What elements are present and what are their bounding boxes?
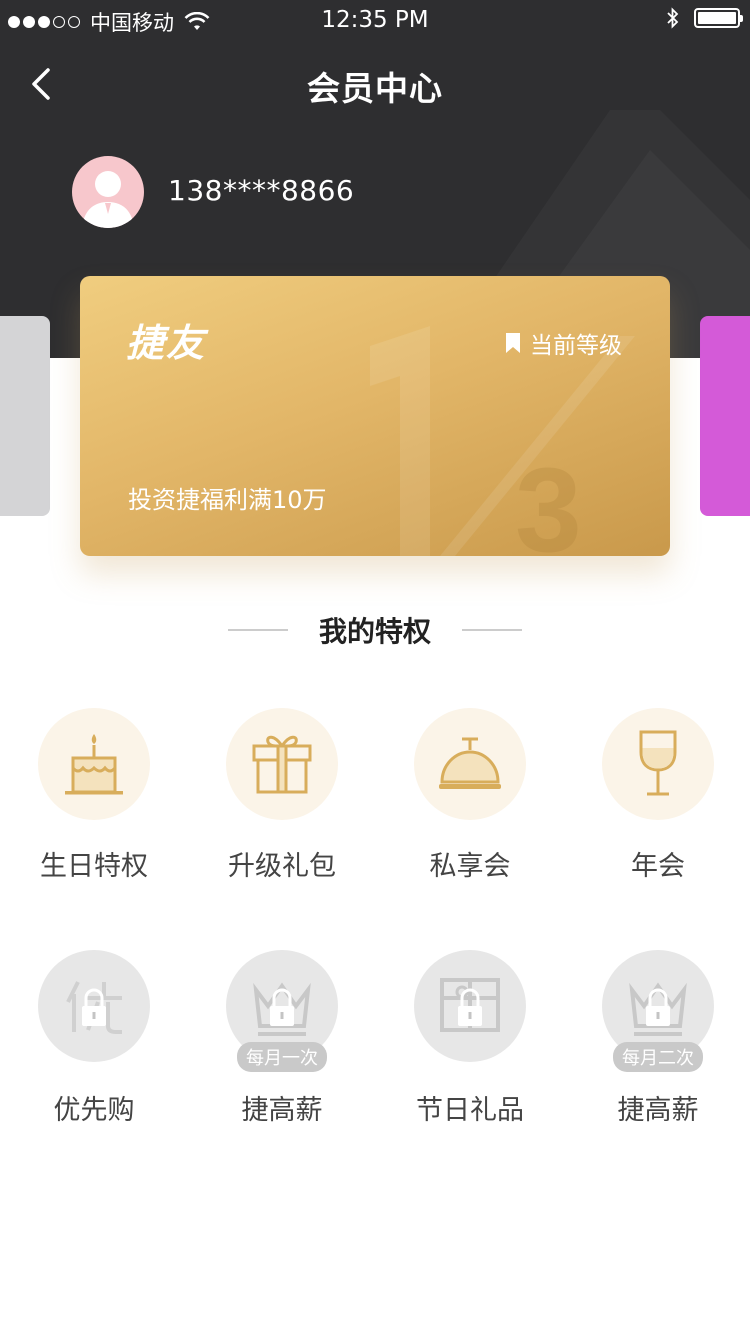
current-level-label: 当前等级 (530, 333, 622, 359)
user-avatar-icon (82, 171, 134, 228)
avatar[interactable] (72, 156, 144, 228)
battery-icon (694, 8, 743, 28)
privilege-label: 捷高薪 (241, 1095, 323, 1126)
privilege-high-salary-monthly-twice[interactable]: 每月二次 捷高薪 (564, 950, 750, 1127)
gift-icon (252, 735, 312, 794)
privilege-icon-bg (414, 950, 526, 1062)
status-time: 12:35 PM (321, 7, 429, 33)
privilege-label: 捷高薪 (617, 1095, 699, 1126)
page-title: 会员中心 (307, 69, 443, 108)
wine-glass-icon (639, 730, 677, 796)
privilege-icon-bg (414, 708, 526, 820)
lock-icon (458, 988, 482, 1026)
card-brand-logo: 捷友 (126, 321, 207, 365)
privilege-label: 节日礼品 (416, 1095, 524, 1126)
privilege-label: 年会 (631, 851, 685, 882)
divider-right (462, 629, 522, 631)
current-level-tag: 当前等级 (506, 326, 622, 360)
privilege-holiday-gift[interactable]: 节日礼品 (376, 950, 564, 1127)
svg-text:3: 3 (515, 443, 582, 556)
privilege-high-salary-monthly-once[interactable]: 每月一次 捷高薪 (188, 950, 376, 1127)
privilege-upgrade-gift[interactable]: 升级礼包 (188, 708, 376, 883)
user-phone: 138****8866 (168, 174, 355, 207)
status-bar: 中国移动 12:35 PM (0, 0, 750, 40)
frequency-badge: 每月二次 (613, 1042, 703, 1072)
privilege-birthday[interactable]: 生日特权 (0, 708, 188, 883)
privilege-label: 私享会 (429, 851, 511, 882)
privilege-icon-bg (226, 708, 338, 820)
section-title: 我的特权 (318, 615, 431, 648)
member-level-card[interactable]: 3 捷友 当前等级 投资捷福利满10万 (80, 276, 670, 556)
privilege-icon-bg: 每月一次 (226, 950, 338, 1072)
privilege-icon-bg: 每月二次 (602, 950, 714, 1072)
cloche-icon (439, 737, 501, 789)
privilege-label: 升级礼包 (228, 851, 336, 882)
privilege-annual-party[interactable]: 年会 (564, 708, 750, 883)
privilege-private-event[interactable]: 私享会 (376, 708, 564, 883)
bluetooth-icon (667, 7, 679, 29)
lock-icon (82, 988, 106, 1026)
privilege-priority-purchase[interactable]: 优先购 (0, 950, 188, 1127)
status-right (666, 7, 743, 29)
next-level-card[interactable] (700, 316, 750, 516)
privilege-icon-bg (602, 708, 714, 820)
card-description: 投资捷福利满10万 (128, 486, 327, 514)
frequency-badge: 每月一次 (237, 1042, 327, 1072)
privilege-label: 生日特权 (40, 851, 148, 882)
bookmark-icon (506, 333, 520, 353)
previous-level-card[interactable] (0, 316, 50, 516)
cake-icon (65, 734, 123, 795)
section-header: 我的特权 (0, 610, 750, 650)
privilege-icon-bg (38, 708, 150, 820)
privilege-icon-bg (38, 950, 150, 1062)
privilege-label: 优先购 (53, 1095, 135, 1126)
